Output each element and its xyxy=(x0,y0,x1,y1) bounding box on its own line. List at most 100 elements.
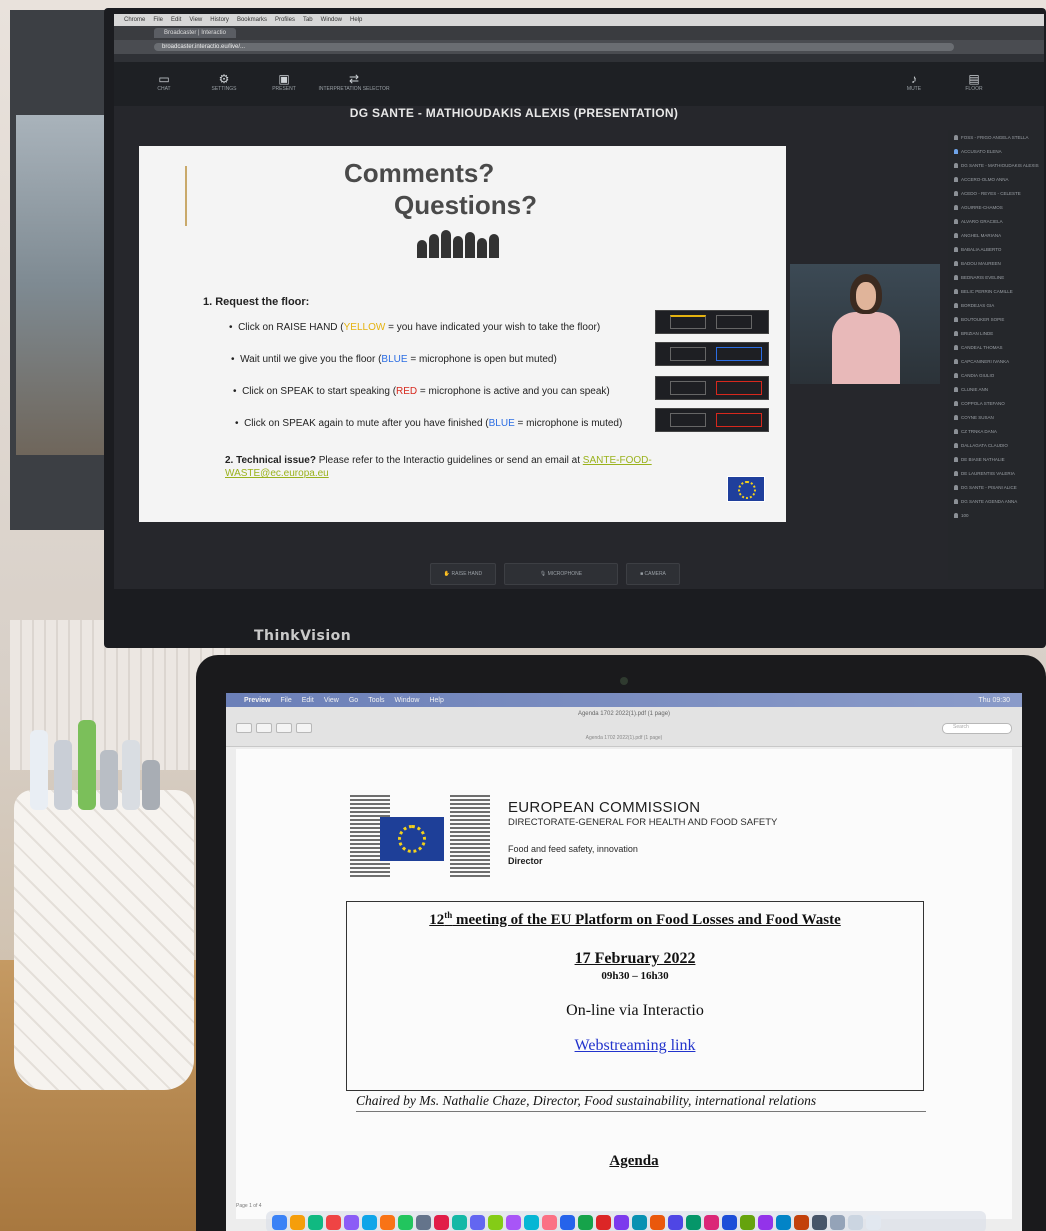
dock-app-icon[interactable] xyxy=(686,1214,701,1230)
menu-item[interactable]: Window xyxy=(321,17,342,23)
participant-item[interactable]: ACCERO-OLMO ANNA xyxy=(948,172,1044,186)
browser-tab[interactable]: Broadcaster | Interactio xyxy=(154,28,236,38)
menu-item[interactable]: Edit xyxy=(302,697,314,704)
menubar-clock[interactable]: Thu 09:30 xyxy=(978,697,1022,704)
participant-item[interactable]: DE BIASE NATHALIE xyxy=(948,452,1044,466)
menu-item[interactable]: Go xyxy=(349,697,358,704)
dock-app-icon[interactable] xyxy=(308,1214,323,1230)
webstreaming-link[interactable]: Webstreaming link xyxy=(347,1037,923,1055)
participant-item[interactable]: CAPCANINERI IVANKA xyxy=(948,354,1044,368)
menu-item[interactable]: Preview xyxy=(244,697,270,704)
participant-item[interactable]: ACCUSATO ELENA xyxy=(948,144,1044,158)
participant-item[interactable]: CLUNIE ANN xyxy=(948,382,1044,396)
dock-app-icon[interactable] xyxy=(614,1214,629,1230)
dock-app-icon[interactable] xyxy=(452,1214,467,1230)
participant-item[interactable]: CZ TRNKA DANA xyxy=(948,424,1044,438)
dock-app-icon[interactable] xyxy=(632,1214,647,1230)
dock-app-icon[interactable] xyxy=(398,1214,413,1230)
menu-item[interactable]: View xyxy=(189,17,202,23)
share-button[interactable] xyxy=(296,723,312,733)
dock-app-icon[interactable] xyxy=(776,1214,791,1230)
menu-item[interactable]: Window xyxy=(395,697,420,704)
participant-item[interactable]: BABALIA ALBERTO xyxy=(948,242,1044,256)
participant-item[interactable]: BEDNARIS EVELINE xyxy=(948,270,1044,284)
zoom-out-button[interactable] xyxy=(256,723,272,733)
participant-item[interactable]: BORDEJAS GIA xyxy=(948,298,1044,312)
menu-item[interactable]: Bookmarks xyxy=(237,17,267,23)
dock-app-icon[interactable] xyxy=(344,1214,359,1230)
menu-item[interactable]: Help xyxy=(350,17,362,23)
dock-app-icon[interactable] xyxy=(740,1214,755,1230)
dock-app-icon[interactable] xyxy=(506,1214,521,1230)
url-field[interactable]: broadcaster.interactio.eu/live/... xyxy=(154,43,954,51)
menu-item[interactable]: File xyxy=(280,697,291,704)
sidebar-toggle-button[interactable] xyxy=(236,723,252,733)
participant-item[interactable]: COYNE SUSAN xyxy=(948,410,1044,424)
dock-app-icon[interactable] xyxy=(578,1214,593,1230)
camera-button[interactable]: ■ CAMERA xyxy=(626,563,680,585)
participant-item[interactable]: BOUTOUKER SOPIE xyxy=(948,312,1044,326)
participant-item[interactable]: FOSS - FRIGO ANGELA STELLA xyxy=(948,130,1044,144)
settings-button[interactable]: ⚙ SETTINGS xyxy=(194,72,254,92)
dock-app-icon[interactable] xyxy=(470,1214,485,1230)
participant-item[interactable]: 100 xyxy=(948,508,1044,522)
present-button[interactable]: ▣ PRESENT xyxy=(254,72,314,92)
participant-item[interactable]: AGUIRRE-CHAMOS xyxy=(948,200,1044,214)
person-icon xyxy=(954,134,958,140)
menu-item[interactable]: Edit xyxy=(171,17,181,23)
dock-app-icon[interactable] xyxy=(560,1214,575,1230)
menu-item[interactable]: Tab xyxy=(303,17,313,23)
dock-app-icon[interactable] xyxy=(416,1214,431,1230)
participant-item[interactable]: BELIC PERRIN CAMILLE xyxy=(948,284,1044,298)
menu-item[interactable]: File xyxy=(153,17,163,23)
participant-item[interactable]: BRIZIAN LINDE xyxy=(948,326,1044,340)
participant-item[interactable]: BADOU MAUREEN xyxy=(948,256,1044,270)
dock-app-icon[interactable] xyxy=(380,1214,395,1230)
dock-app-icon[interactable] xyxy=(272,1214,287,1230)
participant-item[interactable]: CANDEAL THOMAS xyxy=(948,340,1044,354)
dock-app-icon[interactable] xyxy=(650,1214,665,1230)
menu-item[interactable]: Chrome xyxy=(124,17,145,23)
menu-item[interactable]: Help xyxy=(429,697,443,704)
menu-item[interactable]: Profiles xyxy=(275,17,295,23)
menu-item[interactable]: View xyxy=(324,697,339,704)
participant-item[interactable]: DG SANTE - PISANI ALICE xyxy=(948,480,1044,494)
dock-app-icon[interactable] xyxy=(668,1214,683,1230)
mute-button[interactable]: ♪ MUTE xyxy=(884,72,944,92)
menu-item[interactable]: Tools xyxy=(368,697,384,704)
participant-item[interactable]: DG SANTE AGENDA ANNA xyxy=(948,494,1044,508)
dock-app-icon[interactable] xyxy=(326,1214,341,1230)
dock-app-icon[interactable] xyxy=(812,1214,827,1230)
participant-item[interactable]: ALVARO GRACIELA xyxy=(948,214,1044,228)
microphone-button[interactable]: 🎙 MICROPHONE xyxy=(504,563,618,585)
participant-item[interactable]: DALLAGATA CLAUDIO xyxy=(948,438,1044,452)
dock-app-icon[interactable] xyxy=(848,1214,863,1230)
slide-heading-questions: Questions? xyxy=(394,190,538,220)
dock-app-icon[interactable] xyxy=(596,1214,611,1230)
dock-app-icon[interactable] xyxy=(362,1214,377,1230)
dock-app-icon[interactable] xyxy=(542,1214,557,1230)
participant-item[interactable]: ANGHEL MARIANA xyxy=(948,228,1044,242)
dock-app-icon[interactable] xyxy=(524,1214,539,1230)
participant-item[interactable]: DG SANTE - MATHIOUDAKIS ALEXIS xyxy=(948,158,1044,172)
zoom-in-button[interactable] xyxy=(276,723,292,733)
dock-app-icon[interactable] xyxy=(434,1214,449,1230)
search-input[interactable]: Search xyxy=(942,723,1012,734)
floor-button[interactable]: ▤ FLOOR xyxy=(944,72,1004,92)
menu-item[interactable]: History xyxy=(210,17,229,23)
dock-app-icon[interactable] xyxy=(722,1214,737,1230)
dock-app-icon[interactable] xyxy=(794,1214,809,1230)
dock-app-icon[interactable] xyxy=(758,1214,773,1230)
chat-button[interactable]: ▭ CHAT xyxy=(134,72,194,92)
dock-app-icon[interactable] xyxy=(704,1214,719,1230)
participant-item[interactable]: ACEDO - REYES - CELESTE xyxy=(948,186,1044,200)
participant-item[interactable]: DE LAURENTIIS VALERIA xyxy=(948,466,1044,480)
dock-app-icon[interactable] xyxy=(866,1214,881,1230)
interpretation-selector-button[interactable]: ⇄ INTERPRETATION SELECTOR xyxy=(314,72,394,92)
dock-app-icon[interactable] xyxy=(488,1214,503,1230)
participant-item[interactable]: CANDIA GIULIO xyxy=(948,368,1044,382)
raise-hand-button[interactable]: ✋ RAISE HAND xyxy=(430,563,496,585)
participant-item[interactable]: COPPOLA STEFANO xyxy=(948,396,1044,410)
dock-app-icon[interactable] xyxy=(830,1214,845,1230)
dock-app-icon[interactable] xyxy=(290,1214,305,1230)
